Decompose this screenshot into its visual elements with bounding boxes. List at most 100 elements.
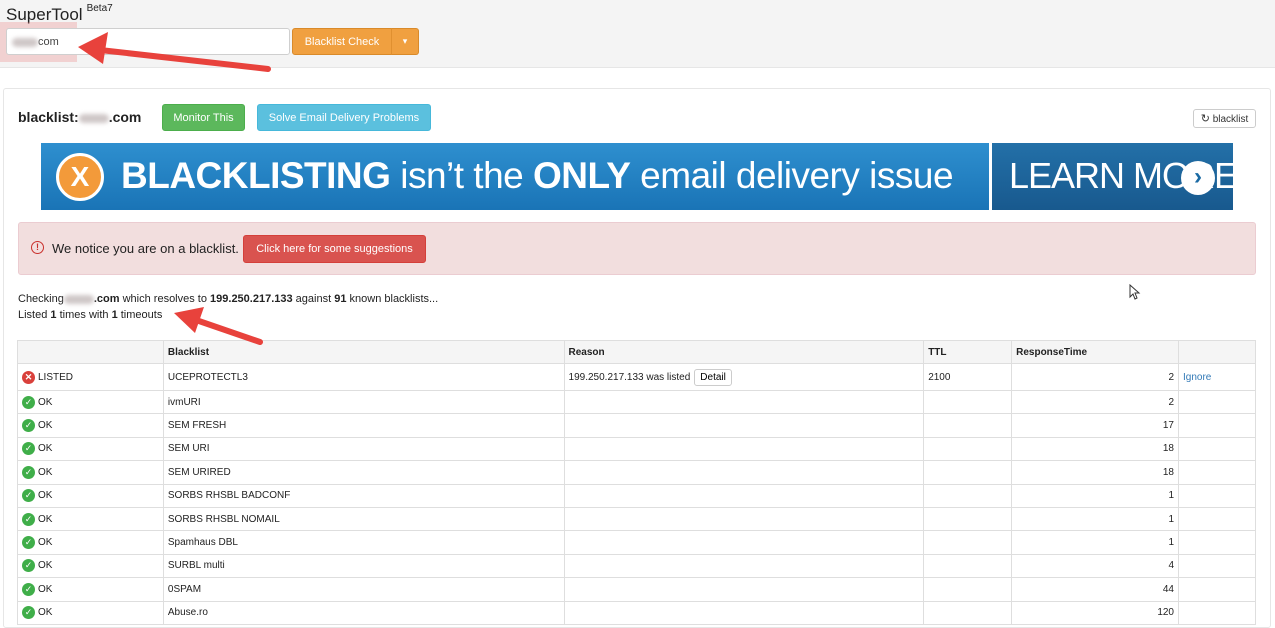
- action-cell: [1178, 413, 1256, 438]
- col-blacklist[interactable]: Blacklist: [162, 340, 565, 364]
- learn-more-banner[interactable]: X BLACKLISTING isn’t the ONLY email deli…: [41, 143, 1233, 210]
- response-time: 4: [1011, 553, 1179, 579]
- blacklist-name: SURBL multi: [162, 553, 565, 579]
- blacklist-name: Spamhaus DBL: [162, 530, 565, 555]
- ttl-cell: [923, 530, 1013, 555]
- reason-cell: [563, 506, 925, 532]
- redacted-domain: [63, 294, 94, 304]
- ok-check-icon: ✓: [22, 465, 35, 479]
- response-time: 18: [1011, 460, 1179, 485]
- response-time: 1: [1011, 506, 1179, 532]
- table-row: ✓ OK 0SPAM 44: [17, 577, 1256, 602]
- ttl-cell: [923, 413, 1013, 438]
- ok-check-icon: ✓: [22, 606, 35, 620]
- ttl-cell: [923, 506, 1013, 532]
- status-label: OK: [38, 537, 53, 549]
- col-ttl[interactable]: TTL: [923, 340, 1013, 364]
- result-title: blacklist: .com: [18, 109, 142, 125]
- ok-check-icon: ✓: [22, 442, 35, 456]
- action-cell: [1178, 530, 1256, 555]
- table-row: ✓ OK ivmURI 2: [17, 389, 1256, 415]
- action-cell: [1178, 600, 1256, 625]
- reason-cell: [563, 553, 925, 579]
- status-label: OK: [38, 466, 53, 478]
- solve-email-delivery-button[interactable]: Solve Email Delivery Problems: [257, 104, 431, 131]
- ttl-cell: [923, 389, 1013, 415]
- chevron-right-icon: ›: [1181, 161, 1215, 195]
- action-cell: [1178, 483, 1256, 508]
- action-cell: [1178, 506, 1256, 532]
- response-time: 2: [1011, 389, 1179, 415]
- reason-cell: [563, 600, 925, 625]
- check-options-dropdown-toggle[interactable]: ▾: [391, 28, 419, 55]
- ttl-value: 2100: [923, 363, 1013, 391]
- checking-status: Checking .com which resolves to 199.250.2…: [18, 293, 439, 305]
- reason-cell: [563, 389, 925, 415]
- action-cell: [1178, 436, 1256, 462]
- alert-icon: !: [31, 241, 44, 254]
- version-badge: Beta7: [86, 3, 113, 15]
- col-status: [17, 340, 164, 364]
- blacklist-name: ivmURI: [162, 389, 565, 415]
- response-time: 1: [1011, 483, 1179, 508]
- reason-cell: [563, 413, 925, 438]
- listed-summary: Listed 1 times with 1 timeouts: [18, 309, 163, 321]
- redacted-domain: [78, 113, 109, 123]
- response-time: 2: [1011, 363, 1179, 391]
- domain-input[interactable]: [6, 28, 290, 55]
- table-row: ✓ OK SEM URIRED 18: [17, 460, 1256, 485]
- status-label: LISTED: [38, 371, 74, 383]
- x-circle-icon: X: [56, 153, 104, 201]
- col-action: [1178, 340, 1256, 364]
- detail-button[interactable]: Detail: [694, 368, 732, 386]
- action-cell: [1178, 460, 1256, 485]
- reason-cell: [563, 483, 925, 508]
- response-time: 44: [1011, 577, 1179, 602]
- blacklist-results-table: Blacklist Reason TTL ResponseTime ✕ LISTE…: [17, 340, 1256, 625]
- mouse-cursor-icon: [1129, 284, 1141, 300]
- ok-check-icon: ✓: [22, 419, 35, 433]
- blacklist-name: SEM FRESH: [162, 413, 565, 438]
- ttl-cell: [923, 600, 1013, 625]
- status-label: OK: [38, 396, 53, 408]
- suggestions-button[interactable]: Click here for some suggestions: [243, 235, 426, 263]
- status-label: OK: [38, 513, 53, 525]
- table-row: ✓ OK Abuse.ro 120: [17, 600, 1256, 625]
- monitor-this-button[interactable]: Monitor This: [162, 104, 245, 131]
- status-label: OK: [38, 443, 53, 455]
- table-row: ✓ OK Spamhaus DBL 1: [17, 530, 1256, 555]
- ok-check-icon: ✓: [22, 489, 35, 503]
- blacklist-check-button[interactable]: Blacklist Check: [292, 28, 392, 55]
- reason-cell: [563, 577, 925, 602]
- blacklist-name: SORBS RHSBL NOMAIL: [162, 506, 565, 532]
- ok-check-icon: ✓: [22, 536, 35, 550]
- reason-text: 199.250.217.133 was listed: [568, 371, 691, 383]
- ok-check-icon: ✓: [22, 582, 35, 596]
- ignore-link[interactable]: Ignore: [1183, 372, 1211, 383]
- alert-message: We notice you are on a blacklist.: [52, 241, 239, 256]
- blacklist-name: UCEPROTECTL3: [162, 363, 565, 391]
- ok-check-icon: ✓: [22, 512, 35, 526]
- listed-x-icon: ✕: [22, 370, 35, 384]
- ttl-cell: [923, 460, 1013, 485]
- reason-cell: [563, 460, 925, 485]
- col-reason[interactable]: Reason: [563, 340, 925, 364]
- response-time: 18: [1011, 436, 1179, 462]
- status-label: OK: [38, 420, 53, 432]
- status-label: OK: [38, 560, 53, 572]
- blacklist-name: SEM URI: [162, 436, 565, 462]
- action-cell: [1178, 553, 1256, 579]
- response-time: 120: [1011, 600, 1179, 625]
- table-row: ✓ OK SEM FRESH 17: [17, 413, 1256, 438]
- table-row: ✓ OK SORBS RHSBL BADCONF 1: [17, 483, 1256, 508]
- blacklist-alert: ! We notice you are on a blacklist. Clic…: [18, 222, 1256, 275]
- status-label: OK: [38, 583, 53, 595]
- refresh-blacklist-button[interactable]: ↻ blacklist: [1193, 109, 1256, 128]
- response-time: 1: [1011, 530, 1179, 555]
- table-row: ✓ OK SORBS RHSBL NOMAIL 1: [17, 506, 1256, 532]
- response-time: 17: [1011, 413, 1179, 438]
- table-header-row: Blacklist Reason TTL ResponseTime: [17, 340, 1256, 364]
- col-responsetime[interactable]: ResponseTime: [1011, 340, 1179, 364]
- status-label: OK: [38, 490, 53, 502]
- table-row-listed: ✕ LISTED UCEPROTECTL3 199.250.217.133 was…: [17, 363, 1256, 391]
